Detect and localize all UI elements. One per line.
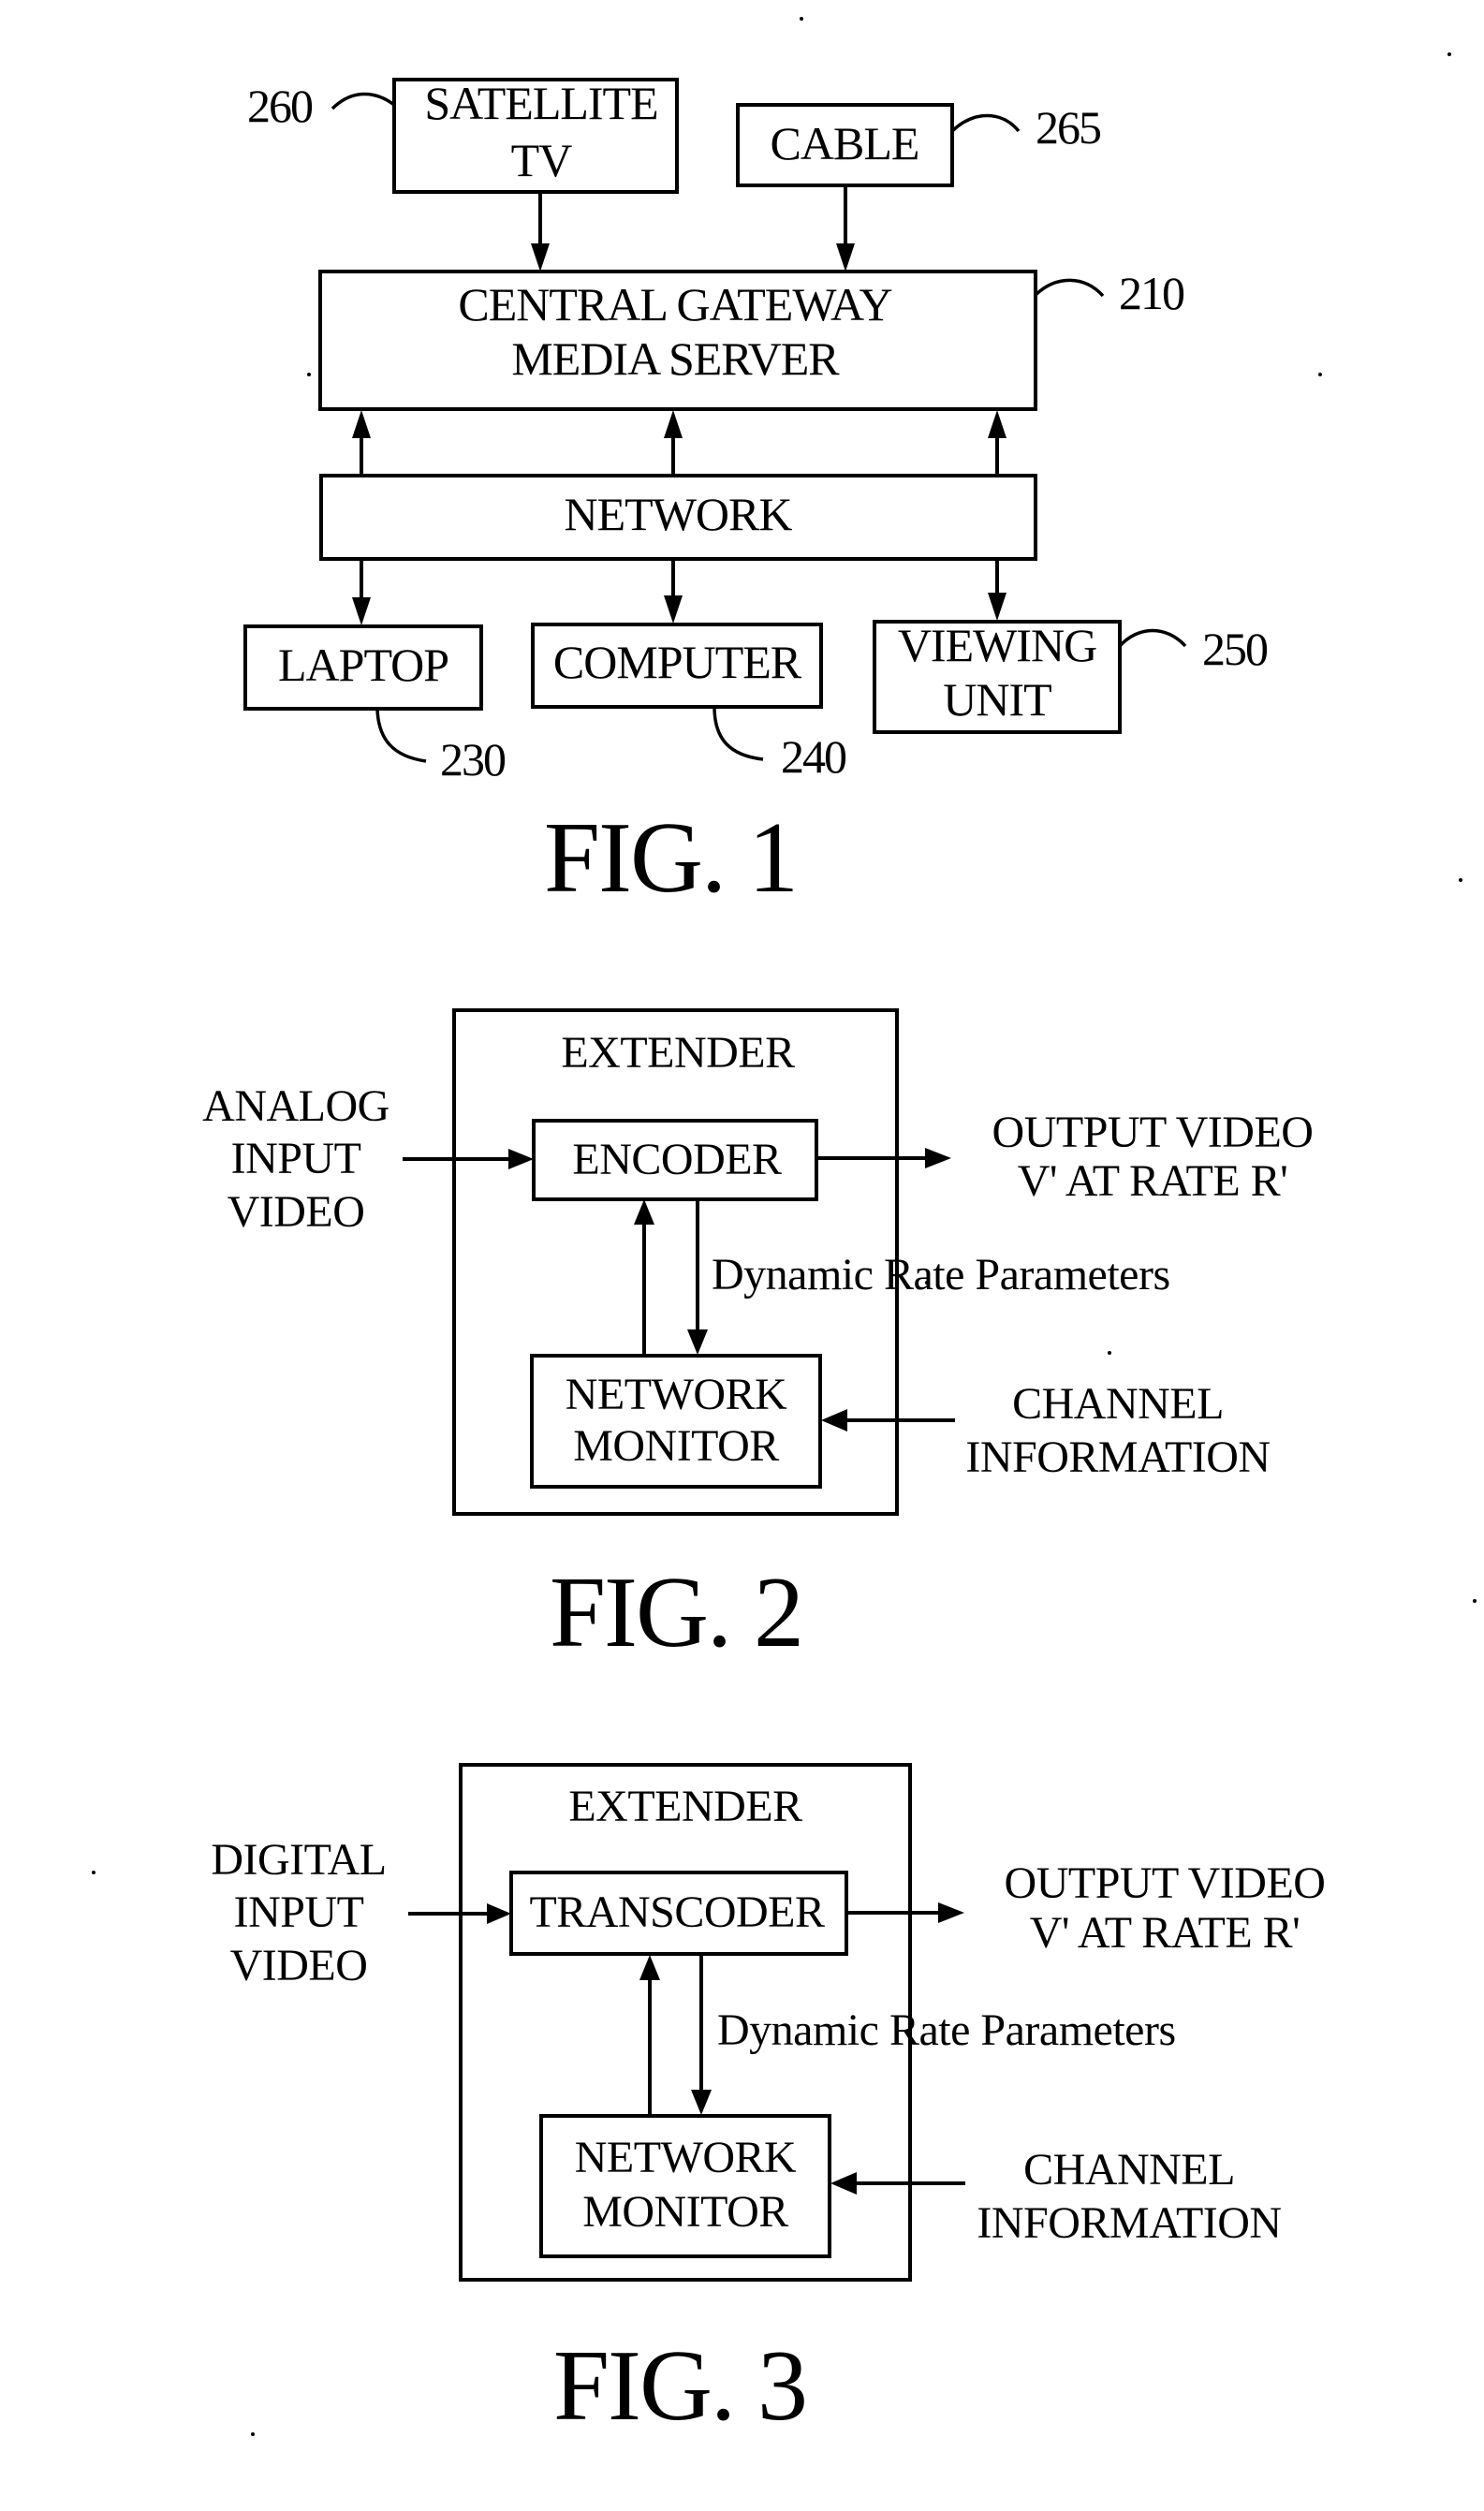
ref-265: 265 [1036, 101, 1101, 154]
satellite-label-line-1: SATELLITE [424, 77, 657, 129]
cable-label: CABLE [771, 117, 919, 169]
leader-265 [950, 113, 1021, 133]
computer-label: COMPUTER [553, 636, 802, 688]
channel-information-label-line-2: INFORMATION [977, 2198, 1281, 2248]
network-monitor-label-line-2: MONITOR [573, 1421, 779, 1471]
figure-3: EXTENDER TRANSCODER NETWORK MONITOR DIGI… [211, 1763, 1326, 2442]
dynamic-rate-parameters-label: Dynamic Rate Parameters [717, 2005, 1176, 2055]
viewing-unit-label-line-1: VIEWING [898, 619, 1096, 671]
viewing-unit-label-line-2: UNIT [943, 673, 1051, 726]
network-monitor-label-line-2: MONITOR [582, 2187, 788, 2237]
network-monitor-label-line-1: NETWORK [575, 2133, 797, 2182]
transcoder-label: TRANSCODER [529, 1887, 825, 1937]
encoder-label: ENCODER [572, 1135, 782, 1184]
figure-2-title: FIG. 2 [550, 1557, 802, 1668]
gateway-label-line-1: CENTRAL GATEWAY [458, 278, 891, 330]
output-video-label-line-1: OUTPUT VIDEO [992, 1108, 1314, 1157]
dynamic-rate-parameters-label: Dynamic Rate Parameters [712, 1250, 1170, 1300]
channel-information-label-line-1: CHANNEL [1012, 1379, 1224, 1429]
ref-210: 210 [1119, 267, 1184, 319]
ref-230: 230 [440, 733, 506, 786]
leader-230 [375, 708, 427, 763]
ref-260: 260 [247, 80, 313, 132]
leader-210 [1034, 278, 1105, 298]
network-monitor-label-line-1: NETWORK [566, 1370, 787, 1419]
satellite-to-gateway-arrowhead [531, 243, 550, 272]
channel-information-label-line-2: INFORMATION [965, 1432, 1270, 1482]
digital-input-label-line-1: DIGITAL [211, 1835, 386, 1885]
transcoder-to-output-arrowhead [938, 1902, 964, 1923]
digital-input-label-line-2: INPUT [234, 1887, 364, 1937]
network-to-gateway-left-arrowhead [352, 410, 371, 438]
leader-240 [713, 706, 764, 761]
analog-input-label-line-1: ANALOG [202, 1081, 389, 1131]
channel-information-label-line-1: CHANNEL [1023, 2145, 1235, 2195]
leader-250 [1118, 628, 1187, 648]
gateway-label-line-2: MEDIA SERVER [511, 332, 840, 385]
output-video-label-line-2: V' AT RATE R' [1018, 1156, 1288, 1206]
digital-input-label-line-3: VIDEO [230, 1941, 368, 1990]
network-to-laptop-arrowhead [352, 597, 371, 625]
extender-label: EXTENDER [561, 1028, 795, 1078]
figure-2: EXTENDER ENCODER NETWORK MONITOR ANALOG … [202, 1008, 1314, 1668]
network-to-viewing-unit-arrowhead [988, 593, 1006, 621]
cable-to-gateway-arrowhead [836, 243, 855, 272]
output-video-label-line-2: V' AT RATE R' [1030, 1908, 1300, 1958]
ref-250: 250 [1202, 623, 1268, 675]
analog-input-label-line-2: INPUT [231, 1134, 361, 1183]
analog-input-label-line-3: VIDEO [228, 1187, 365, 1237]
ref-240: 240 [781, 730, 846, 783]
network-to-gateway-right-arrowhead [988, 410, 1006, 438]
output-video-label-line-1: OUTPUT VIDEO [1005, 1858, 1326, 1908]
network-label: NETWORK [565, 488, 793, 540]
patent-drawing-sheet: SATELLITE TV CABLE CENTRAL GATEWAY MEDIA… [92, 17, 1477, 2442]
network-to-computer-arrowhead [664, 595, 683, 624]
extender-label: EXTENDER [568, 1782, 802, 1831]
figure-1: SATELLITE TV CABLE CENTRAL GATEWAY MEDIA… [243, 77, 1270, 914]
figure-1-title: FIG. 1 [544, 802, 797, 914]
figure-3-title: FIG. 3 [553, 2330, 806, 2442]
encoder-to-output-arrowhead [925, 1148, 951, 1168]
satellite-label-line-2: TV [511, 134, 573, 186]
laptop-label: LAPTOP [278, 639, 448, 691]
network-to-gateway-center-arrowhead [664, 410, 683, 438]
leader-260 [331, 92, 396, 110]
